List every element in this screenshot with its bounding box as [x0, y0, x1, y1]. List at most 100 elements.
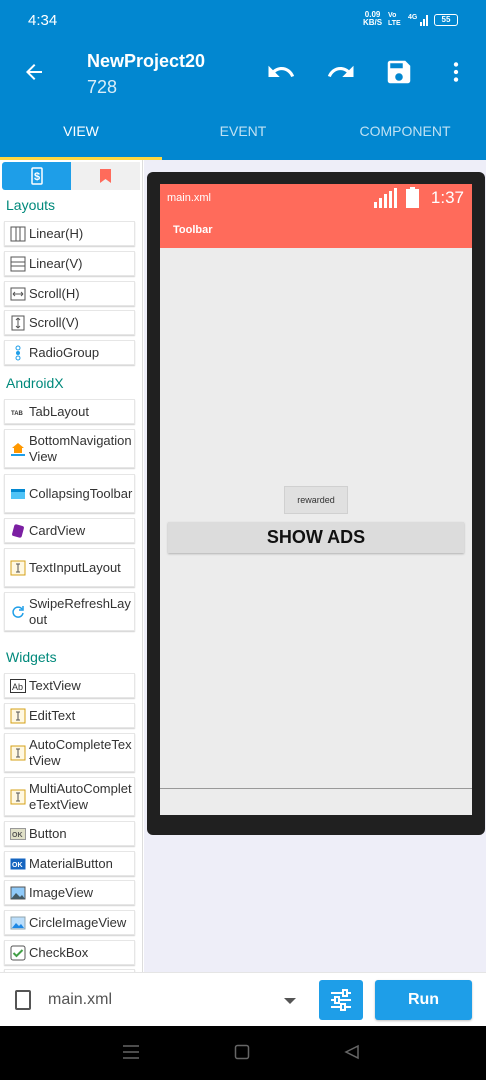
palette-item-swiperefreshlayout[interactable]: SwipeRefreshLayout — [4, 592, 135, 631]
radiogroup-icon — [15, 345, 21, 361]
sliders-icon — [331, 989, 351, 1011]
palette-item-label: Scroll(V) — [29, 314, 79, 330]
app-bar: NewProject20 728 VIEW EVENT COMPONENT — [0, 42, 486, 160]
button-icon: OK — [10, 828, 26, 840]
network-type: 4G — [408, 14, 418, 21]
preview-signal-icon — [374, 188, 397, 208]
file-icon — [15, 990, 31, 1010]
bottom-bar: main.xml Run — [0, 972, 486, 1026]
palette-item-textinputlayout[interactable]: TextInputLayout — [4, 548, 135, 587]
palette-item-label: RadioGroup — [29, 344, 100, 360]
section-widgets: Widgets — [6, 649, 57, 665]
palette-item-label: EditText — [29, 707, 76, 723]
text-input-icon — [10, 560, 26, 576]
settings-button[interactable] — [319, 980, 363, 1020]
rewarded-button[interactable]: rewarded — [284, 486, 348, 514]
preview-toolbar-title: Toolbar — [173, 224, 213, 236]
palette-item-label: TextInputLayout — [29, 559, 121, 575]
preview-file-name: main.xml — [167, 192, 212, 204]
preview-toolbar: Toolbar — [160, 212, 472, 248]
back-triangle-icon[interactable] — [344, 1044, 360, 1060]
material-button-icon: OK — [10, 858, 26, 870]
autocomplete-icon — [10, 745, 26, 761]
palette-item-materialbutton[interactable]: OK MaterialButton — [4, 851, 135, 876]
battery-icon: 55 — [434, 14, 458, 26]
palette-item-label: Linear(V) — [29, 255, 83, 271]
palette-tab-bookmarks[interactable] — [71, 162, 140, 190]
more-options-icon[interactable] — [443, 57, 473, 87]
palette-item-linear-v[interactable]: Linear(V) — [4, 251, 135, 276]
net-speed-indicator: 0.09 KB/S — [363, 11, 382, 27]
preview-battery-icon — [406, 187, 419, 208]
palette-item-linear-h[interactable]: Linear(H) — [4, 221, 135, 246]
palette-item-label: MultiAutoCompleteTextView — [29, 780, 132, 812]
palette-item-label: AutoCompleteTextView — [29, 736, 132, 768]
svg-text:Ab: Ab — [12, 682, 23, 692]
back-arrow-icon[interactable] — [22, 60, 46, 89]
palette-item-bottomnavigationview[interactable]: BottomNavigationView — [4, 429, 135, 468]
dollar-list-icon: $ — [31, 167, 43, 185]
status-time: 4:34 — [28, 12, 58, 29]
svg-text:$: $ — [34, 171, 40, 183]
widget-palette[interactable]: $ Layouts Linear(H) Linear(V) Scroll(H) … — [0, 160, 143, 972]
file-selector[interactable]: main.xml — [48, 991, 112, 1009]
phone-screen[interactable]: main.xml 1:37 Toolbar rewarded SHOW ADS — [160, 184, 472, 815]
multi-autocomplete-icon — [10, 789, 26, 805]
linear-vertical-icon — [10, 256, 26, 272]
preview-divider — [160, 788, 472, 789]
run-button[interactable]: Run — [375, 980, 472, 1020]
palette-item-imageview[interactable]: ImageView — [4, 880, 135, 905]
palette-item-label: Button — [29, 825, 67, 841]
palette-item-textview[interactable]: Ab TextView — [4, 673, 135, 698]
tab-component[interactable]: COMPONENT — [324, 122, 486, 160]
palette-tab-widgets[interactable]: $ — [2, 162, 71, 190]
net-speed-unit: KB/S — [363, 18, 383, 27]
system-nav-bar — [0, 1026, 486, 1080]
home-square-icon[interactable] — [234, 1044, 250, 1060]
tab-event[interactable]: EVENT — [162, 122, 324, 160]
palette-item-scroll-h[interactable]: Scroll(H) — [4, 281, 135, 306]
scroll-vertical-icon — [11, 315, 25, 331]
scroll-horizontal-icon — [10, 287, 26, 301]
palette-tabs: $ — [2, 162, 140, 190]
palette-item-tablayout[interactable]: TAB TabLayout — [4, 399, 135, 424]
redo-icon[interactable] — [326, 57, 356, 87]
palette-item-autocompletetextview[interactable]: AutoCompleteTextView — [4, 733, 135, 772]
tab-event-label: EVENT — [219, 123, 267, 139]
section-layouts: Layouts — [6, 197, 56, 213]
palette-item-radiogroup[interactable]: RadioGroup — [4, 340, 135, 365]
save-icon[interactable] — [384, 57, 414, 87]
palette-item-label: CardView — [29, 522, 86, 538]
palette-item-multiautocompletetextview[interactable]: MultiAutoCompleteTextView — [4, 777, 135, 816]
palette-item-label: Scroll(H) — [29, 285, 80, 301]
palette-item-checkbox[interactable]: CheckBox — [4, 940, 135, 965]
volte-indicator: Vo LTE — [388, 12, 401, 27]
palette-item-circleimageview[interactable]: CircleImageView — [4, 910, 135, 935]
linear-horizontal-icon — [10, 226, 26, 242]
menu-icon[interactable] — [122, 1044, 140, 1060]
palette-item-label: Linear(H) — [29, 225, 84, 241]
edittext-icon — [10, 708, 26, 724]
palette-item-cardview[interactable]: CardView — [4, 518, 135, 543]
tab-layout-icon: TAB — [11, 411, 24, 417]
editor-tabs: VIEW EVENT COMPONENT — [0, 122, 486, 160]
section-androidx: AndroidX — [6, 375, 64, 391]
svg-text:OK: OK — [12, 862, 23, 869]
palette-item-scroll-v[interactable]: Scroll(V) — [4, 310, 135, 335]
palette-item-button[interactable]: OK Button — [4, 821, 135, 846]
dropdown-arrow-icon[interactable] — [284, 998, 296, 1004]
tab-view[interactable]: VIEW — [0, 122, 162, 160]
design-canvas[interactable]: main.xml 1:37 Toolbar rewarded SHOW ADS — [144, 160, 486, 972]
palette-item-collapsingtoolbar[interactable]: CollapsingToolbar — [4, 474, 135, 513]
textview-icon: Ab — [10, 679, 26, 693]
phone-frame: main.xml 1:37 Toolbar rewarded SHOW ADS — [147, 172, 485, 835]
checkbox-icon — [10, 945, 26, 961]
svg-text:OK: OK — [12, 832, 23, 839]
palette-item-label: CircleImageView — [29, 914, 127, 930]
palette-item-label: TextView — [29, 677, 81, 693]
show-ads-button[interactable]: SHOW ADS — [168, 522, 464, 553]
palette-item-edittext[interactable]: EditText — [4, 703, 135, 728]
palette-item-label: ImageView — [29, 884, 94, 900]
status-bar: 4:34 0.09 KB/S Vo LTE 4G 55 — [0, 0, 486, 42]
undo-icon[interactable] — [266, 57, 296, 87]
